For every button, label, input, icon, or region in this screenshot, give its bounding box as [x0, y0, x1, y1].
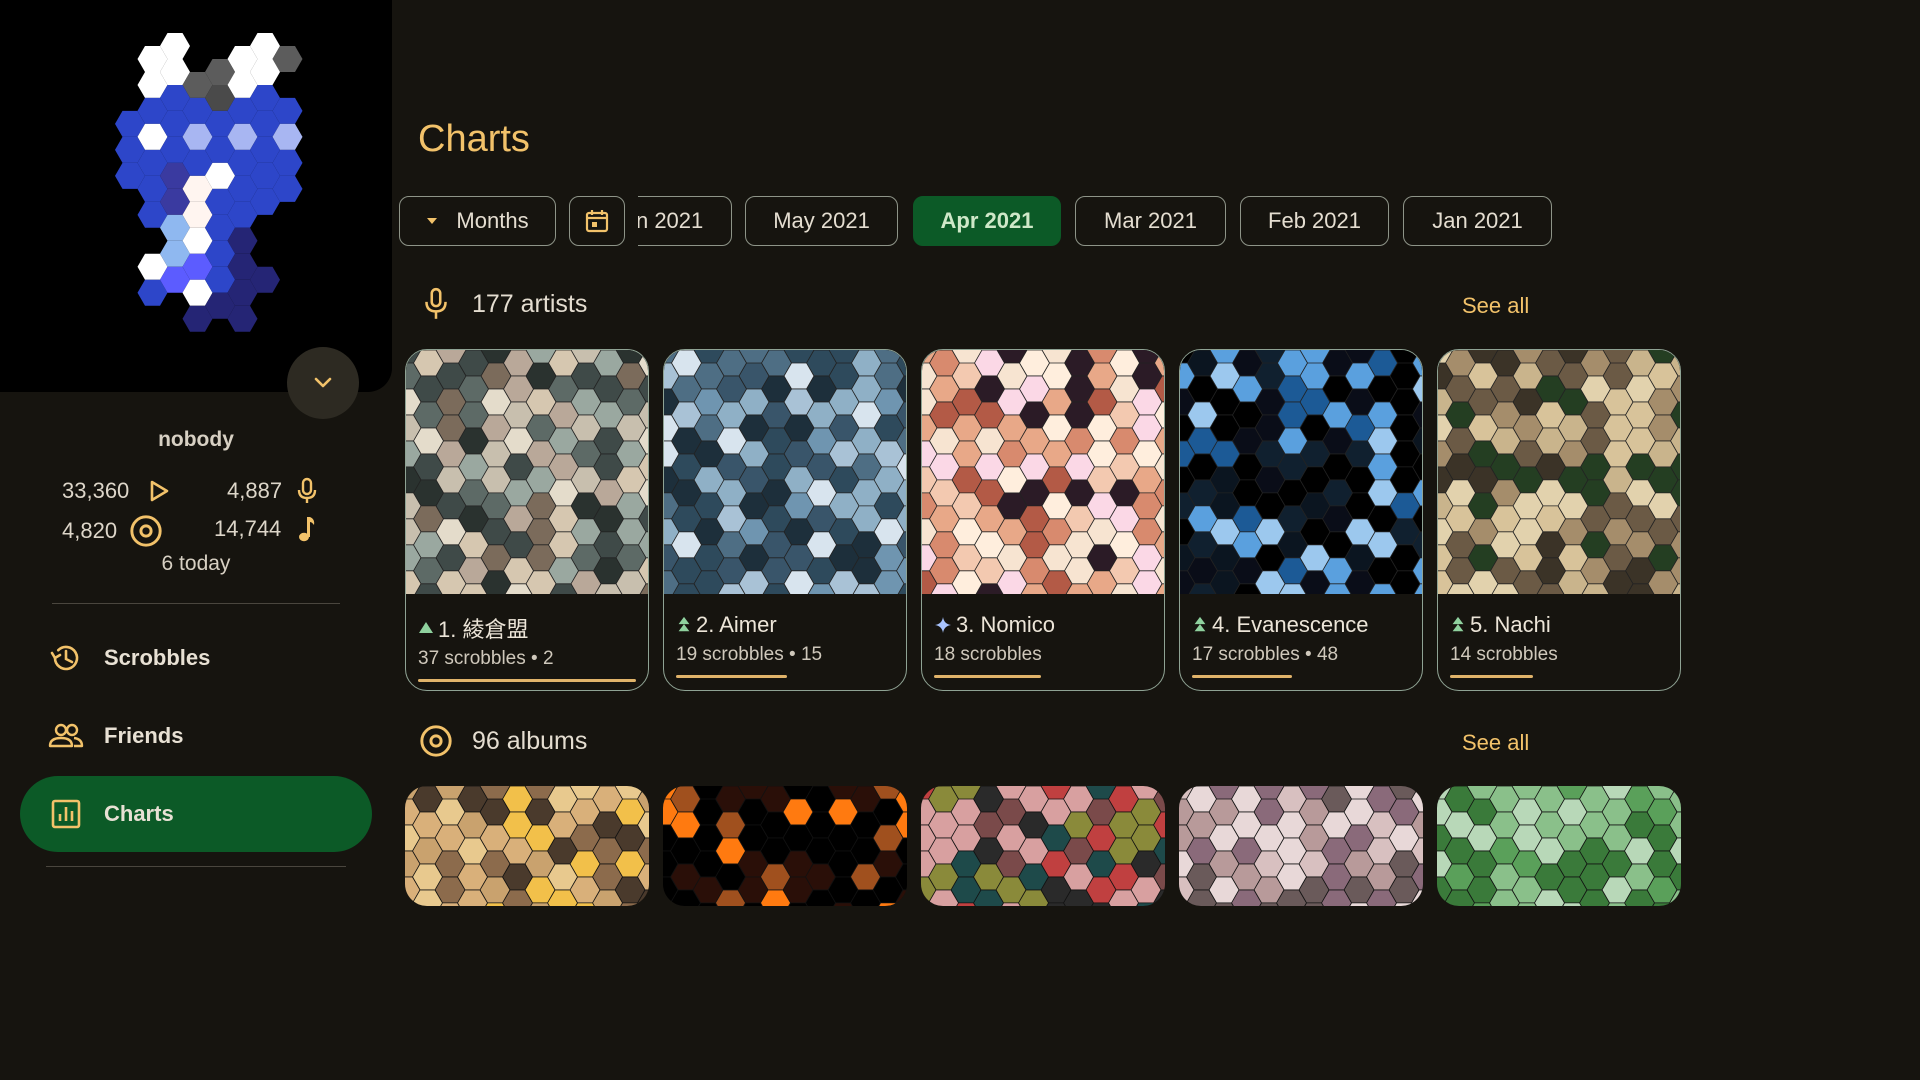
artist-card-4[interactable]: 4. Evanescence 17 scrobbles • 48	[1179, 349, 1423, 691]
chip-month-1[interactable]: May 2021	[745, 196, 898, 246]
album-artwork	[1437, 786, 1681, 906]
album-icon	[130, 515, 162, 547]
calendar-button[interactable]	[569, 196, 625, 246]
nav-item-scrobbles[interactable]: Scrobbles	[20, 620, 372, 696]
period-dropdown[interactable]: Months	[399, 196, 556, 246]
album-artwork	[921, 786, 1165, 906]
album-artwork	[663, 786, 907, 906]
album-card-3[interactable]	[921, 786, 1165, 906]
stat-albums[interactable]: 4,820	[62, 514, 163, 548]
calendar-icon	[585, 210, 609, 233]
nav-label: Charts	[104, 801, 174, 826]
albums-see-all-link[interactable]: See all	[1462, 730, 1529, 756]
trend-up-icon	[419, 622, 433, 633]
artist-scrobbles: 18 scrobbles	[934, 644, 1042, 665]
album-icon	[420, 725, 452, 757]
artist-card-5[interactable]: 5. Nachi 14 scrobbles	[1437, 349, 1681, 691]
stat-scrobbles[interactable]: 33,360	[62, 476, 173, 506]
stat-value: 4,820	[62, 518, 118, 543]
music-note-icon	[299, 517, 315, 542]
artist-progress-bar	[934, 675, 1041, 678]
profile-avatar[interactable]	[0, 0, 392, 392]
chip-month-4[interactable]: Feb 2021	[1240, 196, 1389, 246]
chip-month-0[interactable]: Jun 2021	[638, 196, 732, 246]
album-card-5[interactable]	[1437, 786, 1681, 906]
charts-icon	[48, 796, 84, 832]
album-card-4[interactable]	[1179, 786, 1423, 906]
artists-section-title: 177 artists	[472, 290, 588, 318]
artist-name: 5. Nachi	[1470, 612, 1551, 637]
album-card-1[interactable]	[405, 786, 649, 906]
artist-artwork	[922, 350, 1164, 610]
album-artwork	[405, 786, 649, 906]
artist-card-3[interactable]: 3. Nomico 18 scrobbles	[921, 349, 1165, 691]
artist-progress-bar	[418, 679, 636, 682]
artist-name: 2. Aimer	[696, 612, 777, 637]
today-count: 6 today	[161, 552, 231, 575]
chip-label: Feb 2021	[1268, 208, 1361, 233]
artist-artwork	[1180, 350, 1422, 610]
artist-name-row: 1. 綾倉盟	[418, 612, 528, 644]
mic-icon	[425, 287, 447, 319]
chevron-down-icon	[314, 377, 332, 388]
play-icon	[150, 480, 169, 502]
artist-name-row: 4. Evanescence	[1192, 612, 1369, 638]
chip-label: Mar 2021	[1104, 208, 1197, 233]
artist-name: 3. Nomico	[956, 612, 1056, 637]
friends-icon	[48, 718, 84, 754]
expand-profile-button[interactable]	[287, 347, 359, 419]
artist-card-2[interactable]: 2. Aimer 19 scrobbles • 15	[663, 349, 907, 691]
chip-label: May 2021	[773, 208, 870, 233]
artist-scrobbles: 19 scrobbles • 15	[676, 644, 823, 665]
sparkle-new-icon	[935, 617, 951, 633]
chip-label: Apr 2021	[940, 208, 1034, 233]
artist-name-row: 2. Aimer	[676, 612, 777, 638]
nav-label: Scrobbles	[104, 645, 211, 670]
chip-label: Jan 2021	[1432, 208, 1523, 233]
artist-name-row: 5. Nachi	[1450, 612, 1551, 638]
artist-card-1[interactable]: 1. 綾倉盟 37 scrobbles • 2	[405, 349, 649, 691]
chip-clip: Jun 2021	[638, 196, 732, 246]
chip-month-2[interactable]: Apr 2021	[913, 196, 1061, 246]
nav-item-friends[interactable]: Friends	[20, 698, 372, 774]
nav-item-charts[interactable]: Charts	[20, 776, 372, 852]
artist-scrobbles: 17 scrobbles • 48	[1192, 644, 1339, 665]
chip-month-3[interactable]: Mar 2021	[1075, 196, 1226, 246]
artist-name: 4. Evanescence	[1212, 612, 1369, 637]
albums-section-title: 96 albums	[472, 727, 588, 755]
sidebar-divider	[52, 603, 340, 604]
album-card-2[interactable]	[663, 786, 907, 906]
stat-artists[interactable]: 4,887	[227, 476, 322, 506]
period-label: Months	[456, 208, 529, 233]
stat-value: 4,887	[227, 478, 283, 503]
chip-label: Jun 2021	[638, 208, 704, 233]
artist-artwork	[1438, 350, 1680, 610]
album-artwork	[1179, 786, 1423, 906]
artist-artwork	[406, 350, 648, 610]
avatar-hex-art	[115, 33, 303, 332]
stat-value: 33,360	[62, 478, 130, 503]
artist-name: 1. 綾倉盟	[438, 617, 529, 642]
chip-month-5[interactable]: Jan 2021	[1403, 196, 1552, 246]
artist-scrobbles: 37 scrobbles • 2	[418, 648, 554, 669]
nav-label: Friends	[104, 723, 184, 748]
page-title: Charts	[418, 118, 530, 160]
history-icon	[48, 640, 84, 676]
artist-artwork	[664, 350, 906, 610]
artist-name-row: 3. Nomico	[934, 612, 1055, 638]
dropdown-arrow-icon	[427, 218, 438, 224]
artist-progress-bar	[676, 675, 787, 678]
artist-progress-bar	[1192, 675, 1292, 678]
sidebar-divider	[46, 866, 346, 867]
trend-double-up-icon	[1194, 616, 1206, 632]
artists-see-all-link[interactable]: See all	[1462, 293, 1529, 319]
stat-value: 14,744	[214, 516, 282, 541]
trend-double-up-icon	[1452, 616, 1464, 632]
artist-progress-bar	[1450, 675, 1533, 678]
stat-tracks[interactable]: 14,744	[214, 514, 323, 544]
trend-double-up-icon	[678, 616, 690, 632]
mic-icon	[297, 477, 317, 503]
username: nobody	[158, 428, 234, 451]
artist-scrobbles: 14 scrobbles	[1450, 644, 1558, 665]
